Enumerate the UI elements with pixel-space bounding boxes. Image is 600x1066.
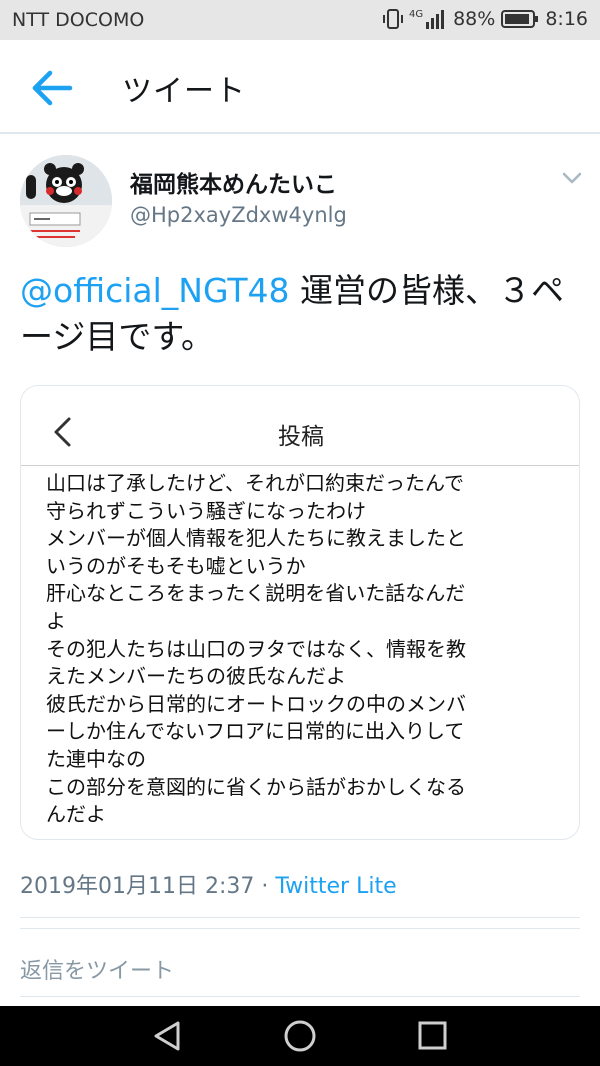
- chevron-down-icon[interactable]: [560, 168, 584, 188]
- vibrate-icon: [382, 8, 403, 30]
- home-circle-icon[interactable]: [280, 1018, 320, 1054]
- divider: [20, 928, 580, 929]
- status-bar: NTT DOCOMO 4G 88% 8:16: [0, 0, 600, 40]
- battery-icon: [501, 9, 539, 29]
- battery-percent: 88%: [453, 8, 496, 30]
- recents-square-icon[interactable]: [412, 1018, 452, 1054]
- navigation-bar: [0, 1006, 600, 1066]
- mention-link[interactable]: @official_NGT48: [20, 271, 290, 310]
- attached-image[interactable]: 投稿 山口は了承したけど、それが口約束だったんで 守られずこういう騒ぎになったわ…: [20, 385, 580, 840]
- author-handle[interactable]: @Hp2xayZdxw4ynlg: [130, 203, 347, 227]
- divider: [20, 996, 580, 997]
- tweet-text: @official_NGT48 運営の皆様、３ページ目です。: [20, 268, 580, 360]
- author-name[interactable]: 福岡熊本めんたいこ: [130, 165, 337, 199]
- arrow-left-icon[interactable]: [30, 68, 74, 108]
- app-header: ツイート: [0, 40, 600, 134]
- back-triangle-icon[interactable]: [148, 1018, 188, 1054]
- divider: [20, 917, 580, 918]
- timestamp-text: 2019年01月11日 2:37 ·: [20, 874, 276, 899]
- status-icons: 4G 88% 8:16: [382, 8, 588, 30]
- image-title: 投稿: [278, 424, 324, 450]
- page-title: ツイート: [122, 74, 246, 109]
- carrier-name: NTT DOCOMO: [12, 9, 145, 31]
- source-link[interactable]: Twitter Lite: [275, 874, 396, 899]
- image-header: 投稿: [21, 394, 579, 466]
- clock: 8:16: [545, 8, 588, 30]
- reply-input[interactable]: 返信をツイート: [20, 953, 174, 985]
- tweet-timestamp: 2019年01月11日 2:37 · Twitter Lite: [20, 868, 397, 900]
- network-type: 4G: [408, 8, 424, 20]
- image-text: 山口は了承したけど、それが口約束だったんで 守られずこういう騒ぎになったわけ メ…: [46, 471, 466, 827]
- signal-icon: [425, 8, 447, 30]
- avatar[interactable]: [20, 155, 112, 247]
